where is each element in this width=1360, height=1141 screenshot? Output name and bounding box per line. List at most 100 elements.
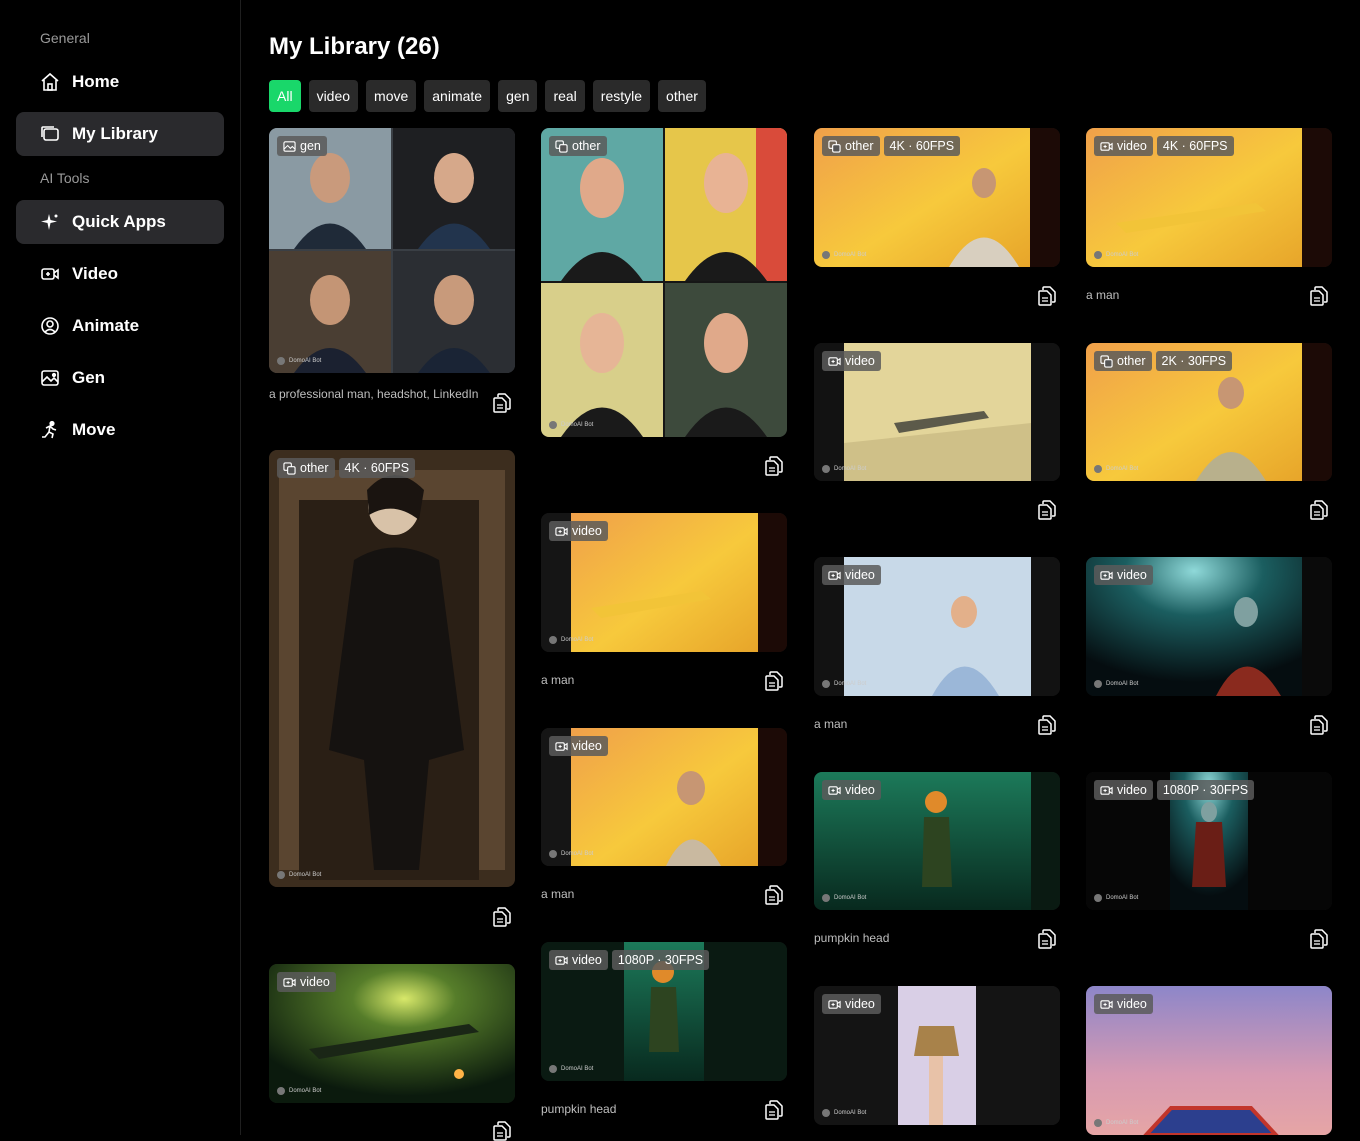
filter-chip-other[interactable]: other: [658, 80, 706, 112]
watermark-avatar: [822, 251, 830, 259]
filter-chip-real[interactable]: real: [545, 80, 585, 112]
library-card[interactable]: video DomoAI Bot pumpkin head: [814, 772, 1060, 910]
nav-home[interactable]: Home: [16, 60, 224, 104]
card-thumbnail[interactable]: other 2K · 30FPS DomoAI Bot: [1086, 343, 1332, 481]
tag-badge: video: [822, 351, 881, 371]
watermark-text: DomoAI Bot: [1106, 466, 1139, 472]
card-caption: a man: [814, 717, 848, 731]
card-badges: video: [277, 972, 336, 992]
card-badges: other: [549, 136, 607, 156]
copy-icon[interactable]: [765, 1100, 783, 1120]
card-badges: video: [822, 565, 881, 585]
card-thumbnail[interactable]: video 1080P · 30FPS DomoAI Bot: [1086, 772, 1332, 910]
copy-icon[interactable]: [1038, 929, 1056, 949]
filter-chip-all[interactable]: All: [269, 80, 301, 112]
nav-gen[interactable]: Gen: [16, 356, 224, 400]
watermark-avatar: [1094, 1119, 1102, 1127]
copy-icon[interactable]: [1310, 500, 1328, 520]
library-card[interactable]: video DomoAI Bot: [1086, 557, 1332, 696]
nav-home-label: Home: [72, 72, 120, 91]
watermark-avatar: [549, 636, 557, 644]
card-caption: pumpkin head: [814, 931, 890, 945]
nav-my-library[interactable]: My Library: [16, 112, 224, 156]
copy-icon[interactable]: [1310, 286, 1328, 306]
watermark-avatar: [277, 357, 285, 365]
watermark: DomoAI Bot: [822, 894, 866, 902]
quality-badge: 1080P · 30FPS: [1156, 780, 1255, 800]
card-thumbnail[interactable]: video DomoAI Bot: [814, 772, 1060, 910]
library-card[interactable]: video DomoAI Bot: [814, 343, 1060, 481]
swap-icon: [283, 462, 296, 475]
card-thumbnail[interactable]: video DomoAI Bot: [1086, 557, 1332, 696]
filter-chip-restyle[interactable]: restyle: [592, 80, 651, 112]
watermark: DomoAI Bot: [822, 465, 866, 473]
card-thumbnail[interactable]: other DomoAI Bot: [541, 128, 787, 437]
copy-icon[interactable]: [493, 907, 511, 927]
video-icon: [1100, 998, 1113, 1011]
copy-icon[interactable]: [1310, 929, 1328, 949]
copy-icon[interactable]: [765, 456, 783, 476]
tag-badge: video: [549, 521, 608, 541]
library-card[interactable]: other 4K · 60FPS DomoAI Bot: [269, 450, 515, 887]
quality-badge: 4K · 60FPS: [338, 458, 416, 478]
library-card[interactable]: video 1080P · 30FPS DomoAI Bot pumpkin h…: [541, 942, 787, 1081]
card-thumbnail[interactable]: video 4K · 60FPS DomoAI Bot: [1086, 128, 1332, 267]
library-card[interactable]: gen DomoAI Bot a professional man, heads…: [269, 128, 515, 373]
copy-icon[interactable]: [493, 1121, 511, 1141]
card-badges: video: [822, 780, 881, 800]
run-icon: [42, 420, 57, 439]
watermark-avatar: [277, 1087, 285, 1095]
card-badges: other 4K · 60FPS: [277, 458, 416, 478]
tag-badge: other: [277, 458, 335, 478]
library-card[interactable]: video DomoAI Bot: [1086, 986, 1332, 1135]
copy-icon[interactable]: [765, 671, 783, 691]
card-thumbnail[interactable]: video DomoAI Bot: [814, 986, 1060, 1125]
library-card[interactable]: video DomoAI Bot a man: [541, 513, 787, 652]
card-badges: video: [549, 736, 608, 756]
nav-move[interactable]: Move: [16, 408, 224, 452]
card-thumbnail[interactable]: other 4K · 60FPS DomoAI Bot: [814, 128, 1060, 267]
copy-icon[interactable]: [1038, 715, 1056, 735]
library-card[interactable]: video DomoAI Bot a man: [541, 728, 787, 866]
filter-chip-move[interactable]: move: [366, 80, 417, 112]
nav-animate[interactable]: Animate: [16, 304, 224, 348]
library-card[interactable]: other 2K · 30FPS DomoAI Bot: [1086, 343, 1332, 481]
card-thumbnail[interactable]: video 1080P · 30FPS DomoAI Bot: [541, 942, 787, 1081]
library-card[interactable]: other DomoAI Bot: [541, 128, 787, 437]
library-card[interactable]: video DomoAI Bot: [269, 964, 515, 1103]
copy-icon[interactable]: [765, 885, 783, 905]
copy-icon[interactable]: [1310, 715, 1328, 735]
card-thumbnail[interactable]: video DomoAI Bot: [1086, 986, 1332, 1135]
card-thumbnail[interactable]: video DomoAI Bot: [269, 964, 515, 1103]
card-badges: video: [1094, 565, 1153, 585]
library-card[interactable]: video DomoAI Bot a man: [814, 557, 1060, 696]
card-thumbnail[interactable]: video DomoAI Bot: [541, 513, 787, 652]
tag-badge: gen: [277, 136, 327, 156]
library-card[interactable]: video DomoAI Bot: [814, 986, 1060, 1125]
copy-icon[interactable]: [1038, 500, 1056, 520]
video-icon: [828, 355, 841, 368]
card-caption: pumpkin head: [541, 1102, 617, 1116]
library-card[interactable]: video 4K · 60FPS DomoAI Bot a man: [1086, 128, 1332, 267]
watermark: DomoAI Bot: [1094, 465, 1138, 473]
card-thumbnail[interactable]: video DomoAI Bot: [814, 557, 1060, 696]
sidebar: General Home My Library AI Tools Quick A…: [0, 0, 241, 1135]
watermark: DomoAI Bot: [822, 251, 866, 259]
card-thumbnail[interactable]: video DomoAI Bot: [814, 343, 1060, 481]
card-thumbnail[interactable]: other 4K · 60FPS DomoAI Bot: [269, 450, 515, 887]
copy-icon[interactable]: [1038, 286, 1056, 306]
card-thumbnail[interactable]: video DomoAI Bot: [541, 728, 787, 866]
filter-chip-gen[interactable]: gen: [498, 80, 538, 112]
quality-badge: 4K · 60FPS: [1156, 136, 1234, 156]
filter-chip-animate[interactable]: animate: [424, 80, 491, 112]
watermark-text: DomoAI Bot: [561, 851, 594, 857]
copy-icon[interactable]: [493, 393, 511, 413]
library-card[interactable]: video 1080P · 30FPS DomoAI Bot: [1086, 772, 1332, 910]
nav-quick-apps[interactable]: Quick Apps: [16, 200, 224, 244]
card-thumbnail[interactable]: gen DomoAI Bot: [269, 128, 515, 373]
swap-icon: [828, 140, 841, 153]
page-title: My Library (26): [269, 33, 440, 60]
nav-video[interactable]: Video: [16, 252, 224, 296]
library-card[interactable]: other 4K · 60FPS DomoAI Bot: [814, 128, 1060, 267]
filter-chip-video[interactable]: video: [308, 80, 359, 112]
